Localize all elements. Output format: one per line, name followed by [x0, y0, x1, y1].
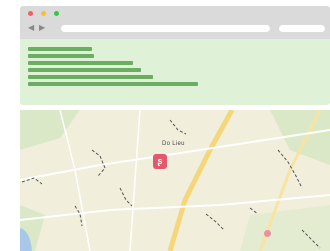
browser-toolbar: ◀ ▶ — [20, 6, 330, 39]
window-minimize-button[interactable] — [41, 11, 46, 16]
map-place-label: Do Lieu — [162, 141, 185, 147]
placeholder-line — [28, 68, 141, 72]
placeholder-line — [28, 82, 198, 86]
content-placeholder-lines — [28, 47, 198, 89]
placeholder-line — [28, 47, 92, 51]
browser-window-mockup: ◀ ▶ — [20, 6, 330, 105]
poi-marker-icon[interactable] — [264, 230, 271, 237]
placeholder-line — [28, 61, 133, 65]
placeholder-line — [28, 54, 94, 58]
window-maximize-button[interactable] — [54, 11, 59, 16]
placeholder-line — [28, 75, 153, 79]
address-bar[interactable] — [61, 25, 270, 32]
map-roads-layer — [20, 110, 330, 251]
forward-arrow-icon[interactable]: ▶ — [39, 24, 45, 32]
map-view[interactable]: Do Lieu ʂ — [20, 110, 330, 251]
page: ◀ ▶ Do Lieu ʂ — [0, 0, 330, 251]
back-arrow-icon[interactable]: ◀ — [28, 24, 34, 32]
window-close-button[interactable] — [28, 11, 33, 16]
search-field[interactable] — [279, 25, 325, 32]
pin-glyph: ʂ — [157, 156, 163, 166]
location-pin-icon[interactable]: ʂ — [153, 154, 167, 169]
